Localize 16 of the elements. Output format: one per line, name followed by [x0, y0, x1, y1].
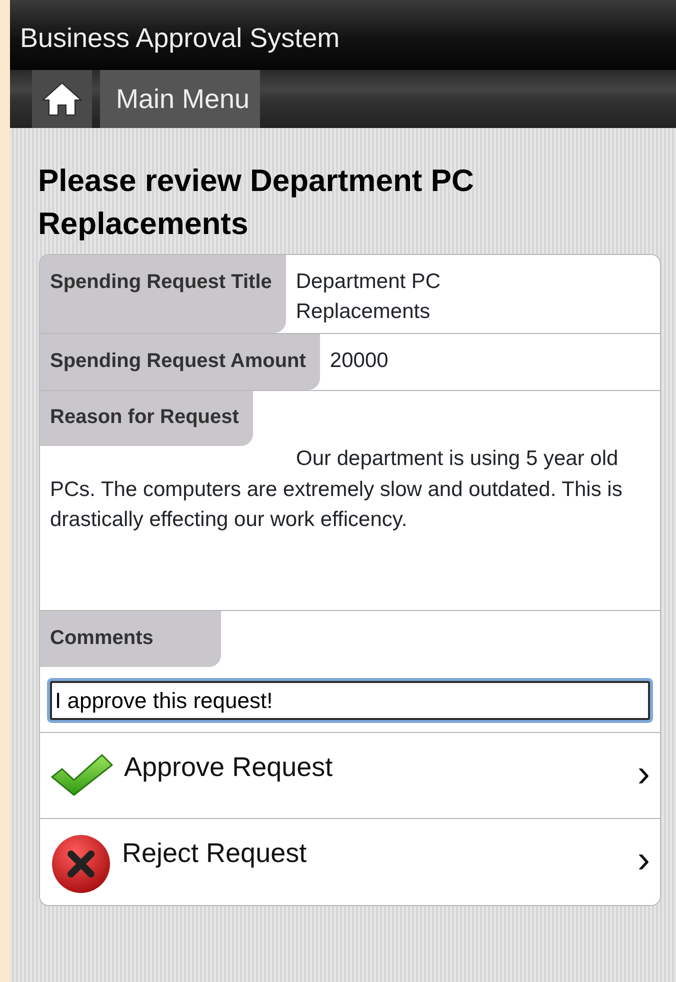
- field-value: Our department is using 5 year old PCs. The computers are extremely slow and outdated. This is drastically effecting our work efficency.: [49, 446, 624, 534]
- home-icon: [41, 81, 83, 117]
- field-label: Spending Request Amount: [40, 334, 320, 390]
- home-button[interactable]: [32, 70, 92, 128]
- field-label: Spending Request Title: [40, 254, 286, 334]
- field-value: Department PC Replacements: [294, 268, 442, 325]
- chevron-icon: ›: [637, 755, 650, 794]
- app-title: Business Approval System: [20, 22, 341, 55]
- page-heading: Please review Department PC Replacements: [37, 162, 475, 243]
- main-menu-button[interactable]: Main Menu: [100, 70, 260, 128]
- chevron-icon: ›: [637, 841, 650, 880]
- field-label: Comments: [40, 611, 222, 668]
- field-value: 20000: [328, 348, 390, 374]
- comments-field[interactable]: I approve this request!: [50, 681, 650, 720]
- reject-icon: [50, 833, 112, 896]
- field-label: Reason for Request: [40, 391, 253, 446]
